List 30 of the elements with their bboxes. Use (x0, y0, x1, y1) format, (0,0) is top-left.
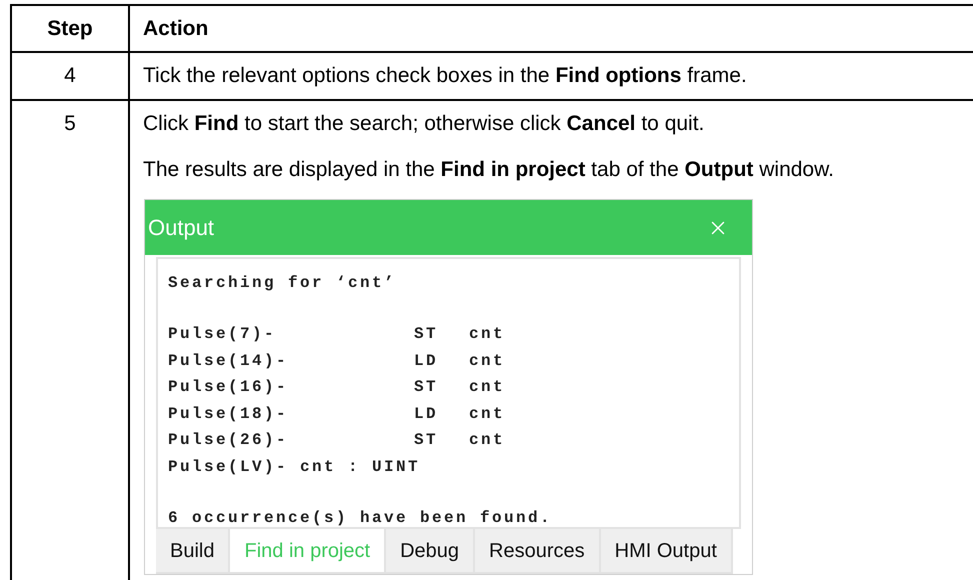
output-operand: cnt (469, 431, 506, 449)
column-header: Action (129, 5, 973, 52)
action-text: Tick the relevant options check boxes in the Find options frame. (143, 63, 748, 89)
output-operand: cnt (469, 325, 506, 343)
action-text: The results are displayed in the Find in project tab of the Output window. (143, 157, 835, 183)
output-location: Pulse(16)- (168, 378, 288, 396)
output-location: Pulse(26)- (168, 431, 288, 449)
output-tab[interactable]: Debug (386, 529, 476, 574)
output-operation: LD (414, 404, 438, 422)
output-line: Searching for ‘cnt’ (168, 274, 396, 292)
output-tab[interactable]: Resources (475, 529, 601, 574)
output-location: Pulse(7)- (168, 325, 276, 343)
output-operation: ST (414, 325, 438, 343)
column-header: Step (11, 5, 129, 52)
output-operation: LD (414, 352, 438, 370)
output-operand: cnt (469, 352, 506, 370)
output-operation: ST (414, 431, 438, 449)
output-line: Pulse(LV)- cnt : UINT (168, 458, 420, 476)
output-operand: cnt (469, 404, 506, 422)
output-operand: cnt (469, 378, 506, 396)
output-line: 6 occurrence(s) have been found. (168, 508, 552, 526)
output-tab[interactable]: Build (156, 529, 230, 574)
output-operation: ST (414, 378, 438, 396)
output-location: Pulse(14)- (168, 352, 288, 370)
output-tab[interactable]: HMI Output (600, 529, 733, 574)
step-cell: 4 (11, 52, 129, 100)
window-title: Output (148, 214, 214, 242)
step-cell: 5 (11, 100, 129, 580)
output-location: Pulse(18)- (168, 404, 288, 422)
action-text: Click Find to start the search; otherwise click Cancel to quit. (143, 111, 706, 137)
